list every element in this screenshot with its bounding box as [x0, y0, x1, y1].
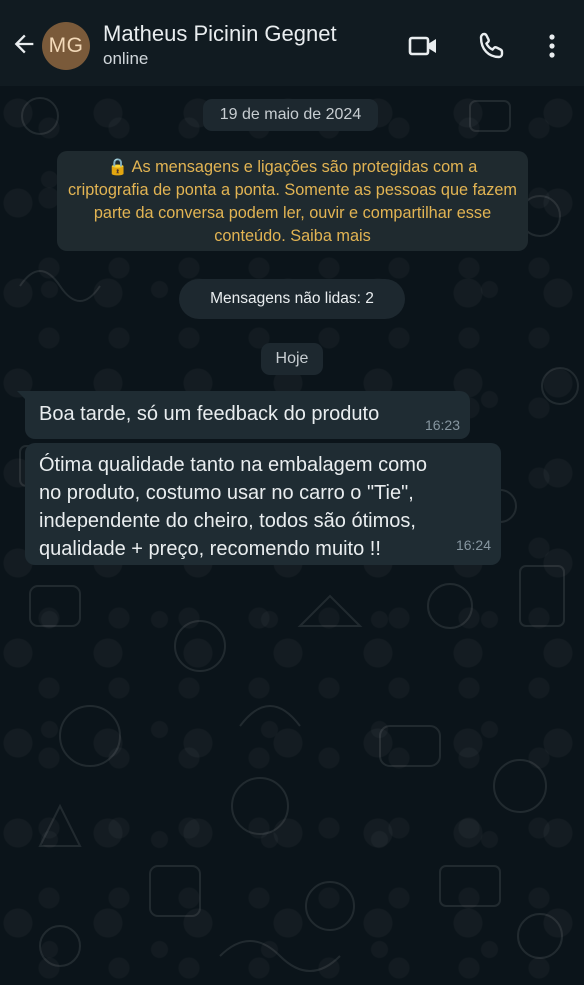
- message-time: 16:24: [455, 537, 491, 553]
- arrow-left-icon[interactable]: [10, 30, 38, 58]
- unread-messages-divider: Mensagens não lidas: 2: [179, 279, 405, 319]
- more-vert-icon[interactable]: [536, 30, 568, 62]
- contact-status: online: [103, 49, 149, 68]
- video-call-icon[interactable]: [407, 30, 439, 62]
- message-text: Ótima qualidade tanto na embalagem como …: [39, 454, 428, 560]
- avatar[interactable]: MG: [42, 22, 90, 70]
- message-time: 16:23: [424, 417, 460, 433]
- message-bubble[interactable]: Ótima qualidade tanto na embalagem como …: [25, 443, 501, 565]
- chat-header: MG Matheus Picinin Gegnet online: [0, 0, 584, 86]
- date-divider: 19 de maio de 2024: [203, 99, 378, 131]
- voice-call-icon[interactable]: [476, 30, 508, 62]
- contact-info[interactable]: Matheus Picinin Gegnet online: [103, 20, 337, 70]
- message-text: Boa tarde, só um feedback do produto: [39, 403, 380, 425]
- today-divider: Hoje: [261, 343, 323, 375]
- chat-area[interactable]: 19 de maio de 2024 🔒 As mensagens e liga…: [0, 86, 584, 985]
- contact-name[interactable]: Matheus Picinin Gegnet: [103, 20, 337, 48]
- encryption-notice[interactable]: 🔒 As mensagens e ligações são protegidas…: [57, 151, 528, 251]
- message-bubble[interactable]: Boa tarde, só um feedback do produto 16:…: [25, 391, 470, 439]
